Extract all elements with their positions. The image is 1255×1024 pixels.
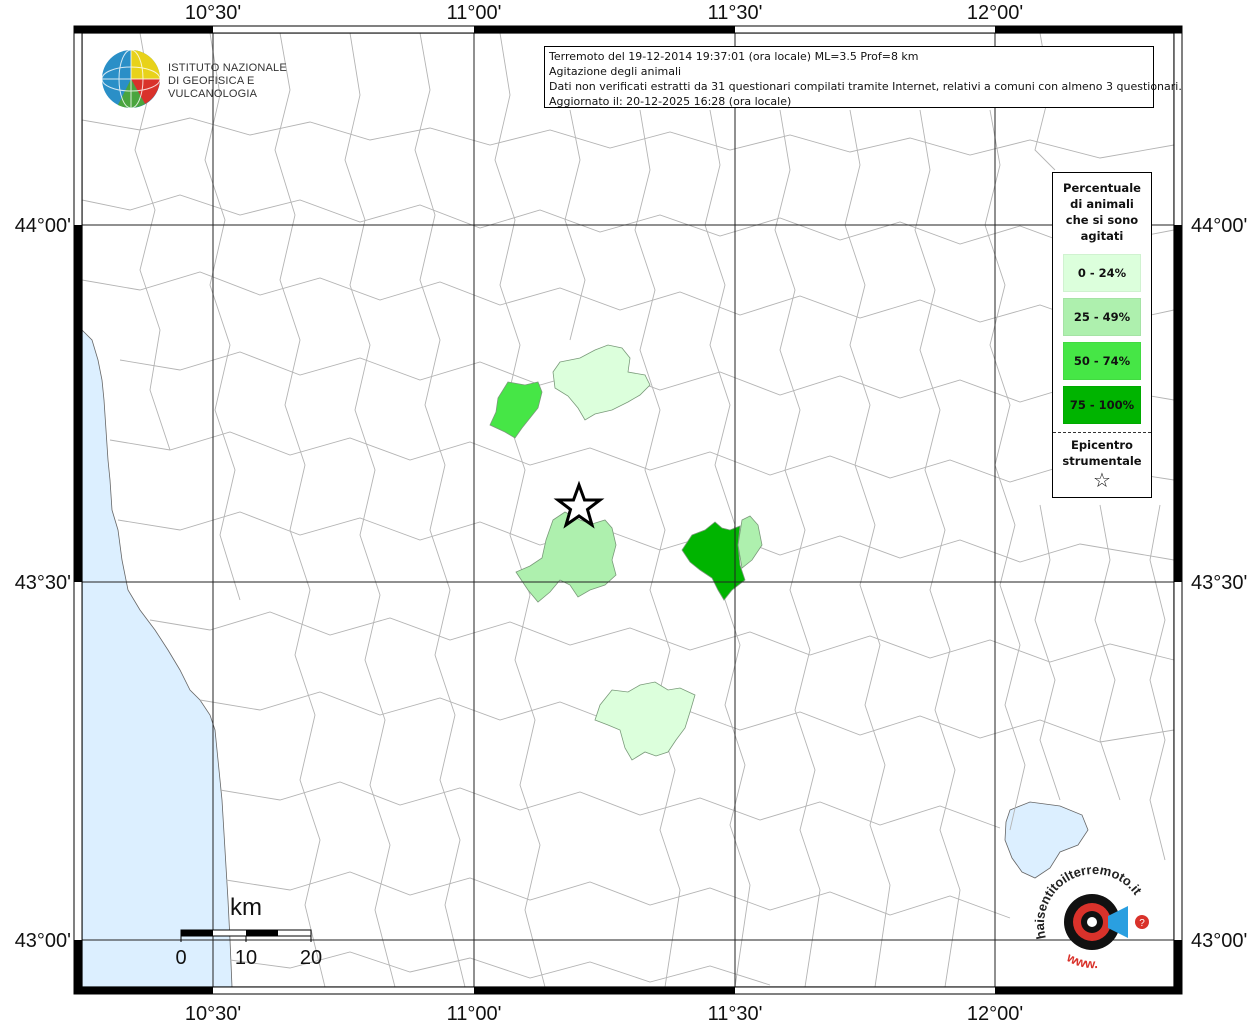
scale-tick-10: 10 (235, 947, 257, 969)
ingv-name-line-1: ISTITUTO NAZIONALE (168, 62, 287, 74)
legend-title-line-4: agitati (1080, 229, 1124, 243)
lat-label-right-2: 43°30' (1191, 572, 1247, 594)
lon-label-top-3: 11°30' (708, 2, 763, 24)
scale-tick-0: 0 (175, 947, 186, 969)
lat-label-right-3: 43°00' (1191, 930, 1247, 952)
lat-label-right-1: 44°00' (1191, 215, 1247, 237)
lon-label-bottom-1: 10°30' (185, 1003, 241, 1024)
hst-www-text: www. (1064, 949, 1099, 971)
legend-star-outline-icon: ☆ (1093, 468, 1111, 492)
legend-epicenter-line-2: strumentale (1062, 454, 1142, 468)
map-title-box: Terremoto del 19-12-2014 19:37:01 (ora l… (544, 46, 1182, 108)
legend-title: Percentuale di animali che si sono agita… (1058, 173, 1146, 244)
lat-label-left-2: 43°30' (15, 572, 71, 594)
lon-label-bottom-4: 12°00' (967, 1003, 1023, 1024)
ingv-name: ISTITUTO NAZIONALE DI GEOFISICA E VULCAN… (168, 62, 320, 101)
lon-label-top-2: 11°00' (447, 2, 502, 24)
lon-label-top-1: 10°30' (185, 2, 241, 24)
hst-question-icon: ? (1139, 918, 1145, 929)
lat-label-left-3: 43°00' (15, 930, 71, 952)
legend-epicenter-label: Epicentro strumentale (1053, 433, 1151, 469)
hst-logo: ? haisentitoilterremoto.it www. (1032, 862, 1149, 971)
legend-swatch-25-49: 25 - 49% (1063, 298, 1141, 336)
legend-swatch-75-100: 75 - 100% (1063, 386, 1141, 424)
title-line-note: Dati non verificati estratti da 31 quest… (549, 80, 1182, 93)
legend-title-line-3: che si sono (1065, 213, 1139, 227)
legend-title-line-1: Percentuale (1063, 181, 1141, 195)
ingv-logo: ISTITUTO NAZIONALE DI GEOFISICA E VULCAN… (100, 48, 320, 110)
scale-tick-20: 20 (300, 947, 322, 969)
lon-label-bottom-2: 11°00' (447, 1003, 502, 1024)
title-line-event: Terremoto del 19-12-2014 19:37:01 (ora l… (549, 50, 919, 63)
lon-label-bottom-3: 11°30' (708, 1003, 763, 1024)
ingv-globe-icon (101, 49, 161, 109)
lat-label-left-1: 44°00' (15, 215, 71, 237)
legend-swatch-50-74: 50 - 74% (1063, 342, 1141, 380)
legend-panel: Percentuale di animali che si sono agita… (1052, 172, 1152, 498)
legend-epicenter-line-1: Epicentro (1071, 438, 1133, 452)
lon-label-top-4: 12°00' (967, 2, 1023, 24)
legend-swatch-0-24: 0 - 24% (1063, 254, 1141, 292)
title-line-subject: Agitazione degli animali (549, 65, 682, 78)
title-line-updated: Aggiornato il: 20-12-2025 16:28 (ora loc… (549, 95, 792, 108)
legend-title-line-2: di animali (1070, 197, 1134, 211)
ingv-name-line-2: DI GEOFISICA E VULCANOLOGIA (168, 75, 258, 100)
scale-unit: km (230, 894, 262, 921)
